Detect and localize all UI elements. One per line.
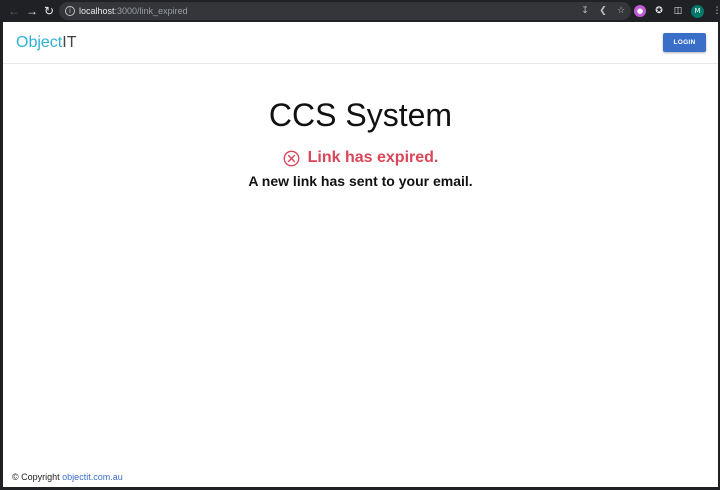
profile-avatar[interactable]: M [691,4,704,18]
app-header: ObjectIT LOGIN [3,22,718,64]
status-row: Link has expired. [3,147,718,169]
url-text[interactable]: localhost:3000/link_expired [79,5,188,17]
bookmark-star-icon[interactable]: ☆ [615,5,627,17]
browser-toolbar: ← → ↻ i localhost:3000/link_expired ↧ ❮ … [0,0,720,22]
error-circle-x-icon [283,150,300,166]
page-viewport: ObjectIT LOGIN CCS System Link has expir… [3,22,718,487]
url-host: localhost [79,6,115,16]
install-app-icon[interactable]: ↧ [579,5,591,17]
back-arrow-icon[interactable]: ← [6,3,22,19]
copyright-text: © Copyright [12,472,60,482]
brand-logo[interactable]: ObjectIT [16,34,76,52]
status-text: Link has expired. [307,149,439,166]
url-path: :3000/link_expired [114,6,188,16]
footer: © Copyright objectit.com.au [12,471,123,483]
extensions-puzzle-icon[interactable]: ✪ [653,5,665,17]
side-panel-icon[interactable]: ◫ [672,5,684,17]
forward-arrow-icon[interactable]: → [24,3,40,19]
info-icon[interactable]: i [65,6,75,16]
login-button[interactable]: LOGIN [663,33,706,52]
brand-part-object: Object [16,34,63,51]
extension-color-icon[interactable]: ● [634,5,646,17]
page-title: CCS System [268,97,453,133]
brand-part-it: IT [62,34,77,51]
kebab-menu-icon[interactable]: ⋮ [711,5,720,17]
reload-icon[interactable]: ↻ [41,3,57,19]
share-icon[interactable]: ❮ [597,5,609,17]
footer-link[interactable]: objectit.com.au [62,472,123,482]
address-bar[interactable]: i localhost:3000/link_expired ↧ ❮ ☆ [59,2,631,20]
info-message: A new link has sent to your email. [248,173,473,189]
